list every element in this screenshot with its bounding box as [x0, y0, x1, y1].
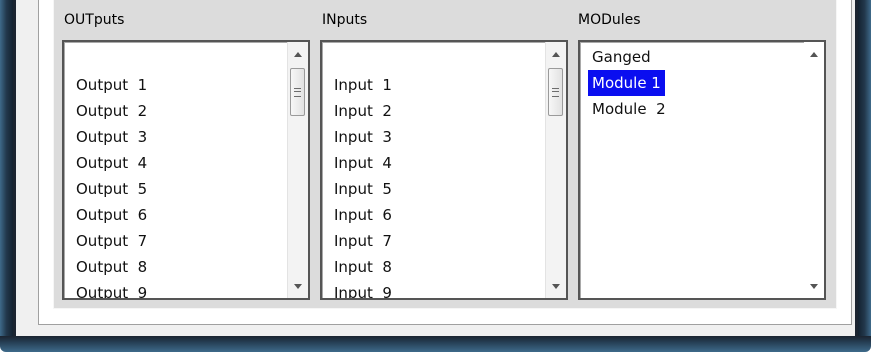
list-item[interactable]: Module 2	[588, 96, 800, 122]
list-item[interactable]: Output 8	[72, 254, 284, 280]
grip-icon	[552, 87, 559, 97]
list-item[interactable]: Input 8	[330, 254, 542, 280]
outputs-label: OUTputs	[64, 12, 125, 28]
window-border-bottom	[0, 336, 871, 352]
list-item[interactable]: Output 4	[72, 150, 284, 176]
grip-icon	[294, 87, 301, 97]
arrow-up-icon	[294, 51, 302, 57]
outputs-listbox[interactable]: Output 1 Output 2 Output 3 Output 4 Outp…	[62, 40, 310, 300]
list-item[interactable]: Input 3	[330, 124, 542, 150]
list-item[interactable]: Input 5	[330, 176, 542, 202]
list-item[interactable]: Output 2	[72, 98, 284, 124]
list-item[interactable]: Input 1	[330, 72, 542, 98]
list-item[interactable]: Input 4	[330, 150, 542, 176]
list-item[interactable]: Input 2	[330, 98, 542, 124]
list-item[interactable]: Input 7	[330, 228, 542, 254]
arrow-down-icon	[810, 283, 818, 289]
scroll-up-button[interactable]	[288, 44, 308, 64]
arrow-up-icon	[552, 51, 560, 57]
list-item[interactable]: Output 9	[72, 280, 284, 298]
modules-label: MODules	[578, 12, 641, 28]
window-border-right	[855, 0, 871, 340]
inputs-label: INputs	[322, 12, 368, 28]
scroll-down-button[interactable]	[804, 276, 824, 296]
list-item[interactable]: Output 6	[72, 202, 284, 228]
scroll-down-button[interactable]	[546, 276, 566, 296]
list-item-row: Module 1	[588, 70, 800, 96]
modules-listbox[interactable]: Ganged Module 1 Module 2	[578, 40, 826, 300]
arrow-down-icon	[294, 283, 302, 289]
list-item[interactable]: Input 6	[330, 202, 542, 228]
scroll-up-button[interactable]	[546, 44, 566, 64]
list-item[interactable]: Input 9	[330, 280, 542, 298]
routing-group: OUTputs Output 1 Output 2 Output 3 Outpu…	[38, 0, 852, 325]
scroll-thumb[interactable]	[290, 68, 305, 116]
modules-list-items: Ganged Module 1 Module 2	[588, 44, 800, 298]
inputs-list-items: Input 1 Input 2 Input 3 Input 4 Input 5 …	[330, 46, 542, 298]
outputs-list-items: Output 1 Output 2 Output 3 Output 4 Outp…	[72, 46, 284, 298]
app-window: OUTputs Output 1 Output 2 Output 3 Outpu…	[0, 0, 871, 352]
list-item[interactable]	[330, 46, 542, 72]
scroll-down-button[interactable]	[288, 276, 308, 296]
list-item[interactable]: Output 1	[72, 72, 284, 98]
inputs-scrollbar[interactable]	[545, 42, 566, 298]
inputs-listbox[interactable]: Input 1 Input 2 Input 3 Input 4 Input 5 …	[320, 40, 568, 300]
list-item[interactable]	[72, 46, 284, 72]
window-border-left	[0, 0, 16, 340]
list-item[interactable]: Output 7	[72, 228, 284, 254]
list-item[interactable]: Output 3	[72, 124, 284, 150]
outputs-scrollbar[interactable]	[287, 42, 308, 298]
scroll-up-button[interactable]	[804, 44, 824, 64]
arrow-up-icon	[810, 51, 818, 57]
list-item-selected[interactable]: Module 1	[588, 70, 665, 96]
client-area: OUTputs Output 1 Output 2 Output 3 Outpu…	[16, 0, 855, 336]
routing-panel: OUTputs Output 1 Output 2 Output 3 Outpu…	[53, 0, 837, 309]
arrow-down-icon	[552, 283, 560, 289]
modules-scrollbar[interactable]	[804, 42, 824, 298]
scroll-thumb[interactable]	[548, 68, 563, 116]
list-item[interactable]: Output 5	[72, 176, 284, 202]
list-item[interactable]: Ganged	[588, 44, 800, 70]
